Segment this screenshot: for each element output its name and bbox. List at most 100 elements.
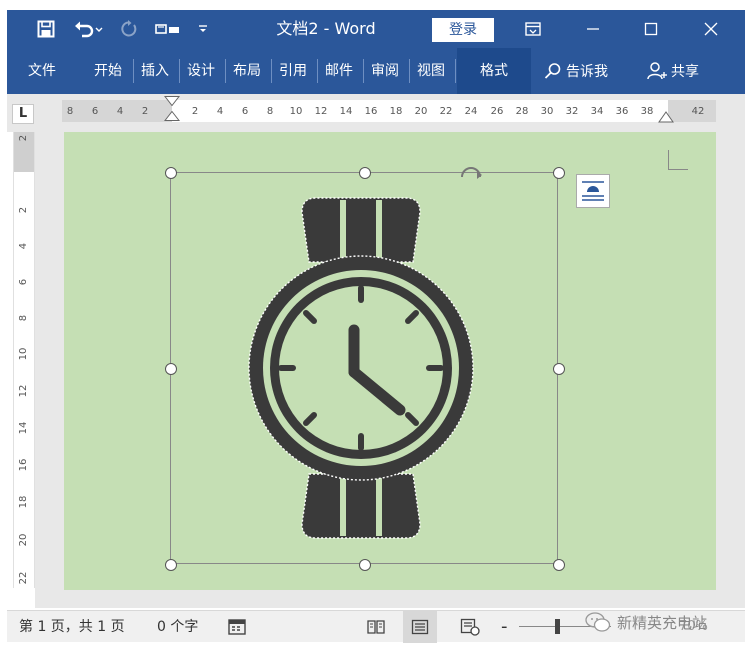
tab-home[interactable]: 开始 [87,48,129,94]
touch-mode-button[interactable] [151,10,185,48]
document-page[interactable] [64,132,716,590]
customize-icon [199,25,207,32]
right-indent-marker[interactable] [658,111,674,123]
ruler-tick-label: 8 [266,106,274,117]
ruler-tick-label: 4 [116,106,124,117]
ruler-tick-label: 24 [464,106,478,117]
vertical-ruler[interactable]: 2 2 4 6 8 10 12 14 16 18 20 22 [13,132,35,588]
ruler-tick-label: 2 [18,134,29,142]
read-mode-icon [367,620,385,634]
document-title: 文档2 - Word [276,19,376,38]
redo-button[interactable] [117,10,141,48]
rotate-handle[interactable] [457,163,485,179]
tab-file[interactable]: 文件 [21,48,63,94]
resize-handle-bottom-right[interactable] [553,559,565,571]
save-button[interactable] [33,10,59,48]
hanging-indent-marker[interactable] [164,111,180,121]
tab-references[interactable]: 引用 [273,48,313,94]
ruler-tick-label: 6 [241,106,249,117]
tab-selector-button[interactable]: L [12,104,34,124]
resize-handle-top[interactable] [359,167,371,179]
ruler-tick-label: 4 [216,106,224,117]
page-count[interactable]: 第 1 页，共 1 页 [19,611,125,643]
login-button[interactable]: 登录 [432,18,494,42]
save-icon [37,20,55,38]
ruler-tick-label: 16 [364,106,378,117]
ruler-tick-label: 6 [18,278,29,286]
ruler-tick-label: 22 [18,571,29,585]
ruler-tick-label: 12 [18,384,29,398]
word-count[interactable]: 0 个字 [157,611,198,643]
minimize-button[interactable] [570,10,616,48]
zoom-out-button[interactable]: - [501,611,508,643]
zoom-slider-thumb[interactable] [555,619,560,634]
ruler-tick-label: 8 [18,314,29,322]
search-icon [544,63,561,79]
tab-design[interactable]: 设计 [181,48,221,94]
ruler-tick-label: 4 [18,242,29,250]
ruler-tick-label: 38 [640,106,654,117]
ruler-tick-label: 26 [490,106,504,117]
minimize-icon [587,28,599,30]
ruler-tick-label: 10 [18,347,29,361]
maximize-button[interactable] [628,10,674,48]
ruler-tick-label: 16 [18,458,29,472]
ribbon-tab-bar: 文件 开始 插入 设计 布局 引用 邮件 审阅 视图 格式 告诉我 共享 [7,48,745,94]
tab-separator [179,59,180,83]
watermark: 新精英充电站 [585,608,707,636]
layout-options-button[interactable] [576,174,610,208]
ruler-tick-label: 30 [540,106,554,117]
ruler-tick-label: 18 [389,106,403,117]
maximize-icon [644,22,658,36]
tab-review[interactable]: 审阅 [365,48,405,94]
ruler-tick-label: 28 [515,106,529,117]
touch-mode-icon [155,24,179,34]
selection-frame [165,167,565,571]
resize-handle-bottom[interactable] [359,559,371,571]
horizontal-ruler[interactable]: 8 6 4 2 2 4 6 8 10 12 14 16 18 20 22 24 … [62,96,716,123]
tab-view[interactable]: 视图 [411,48,451,94]
ruler-tick-label: 10 [289,106,303,117]
ruler-tick-label: 2 [141,106,149,117]
tab-mailings[interactable]: 邮件 [319,48,359,94]
tab-separator [271,59,272,83]
tab-separator [455,59,456,83]
tab-separator [363,59,364,83]
web-layout-icon [460,618,480,636]
web-layout-button[interactable] [453,611,487,643]
undo-button[interactable] [71,10,107,48]
tab-separator [409,59,410,83]
ruler-tick-label: 20 [18,533,29,547]
page-corner-mark [668,150,688,170]
resize-handle-top-right[interactable] [553,167,565,179]
ruler-tick-label: 2 [191,106,199,117]
title-bar: 文档2 - Word 登录 [7,10,745,48]
ribbon-display-options-button[interactable] [510,10,556,48]
tell-me-box[interactable]: 告诉我 [544,48,608,94]
print-layout-button[interactable] [403,611,437,643]
share-label: 共享 [671,64,699,80]
close-button[interactable] [688,10,734,48]
ruler-tick-label: 36 [615,106,629,117]
resize-handle-right[interactable] [553,363,565,375]
resize-handle-top-left[interactable] [165,167,177,179]
share-button[interactable]: 共享 [647,48,699,94]
read-mode-button[interactable] [359,611,393,643]
resize-handle-bottom-left[interactable] [165,559,177,571]
first-line-indent-marker[interactable] [164,96,180,106]
customize-quick-access-button[interactable] [193,10,213,48]
tell-me-label: 告诉我 [566,64,608,80]
ruler-tick-label: 12 [314,106,328,117]
close-icon [704,22,718,36]
ruler-tick-label: 34 [590,106,604,117]
ruler-tick-label: 18 [18,495,29,509]
resize-handle-left[interactable] [165,363,177,375]
ruler-tick-label: 6 [91,106,99,117]
tab-insert[interactable]: 插入 [135,48,175,94]
tab-separator [133,59,134,83]
layout-options-icon [582,181,604,201]
proofing-icon[interactable] [227,618,247,636]
ruler-tick-label: 42 [691,106,705,117]
tab-format[interactable]: 格式 [457,48,531,94]
tab-layout[interactable]: 布局 [227,48,267,94]
